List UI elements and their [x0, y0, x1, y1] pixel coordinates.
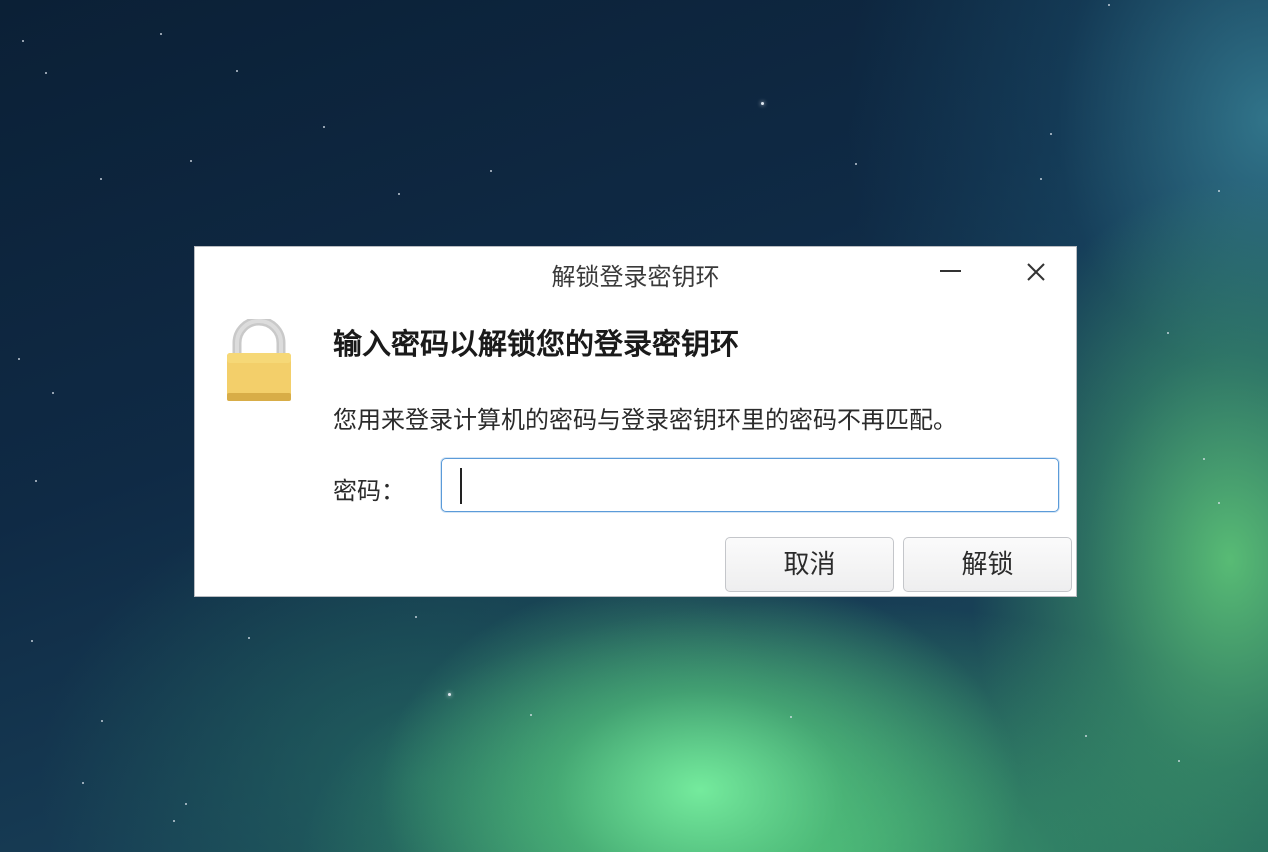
- close-icon: [1018, 255, 1054, 291]
- padlock-icon: [225, 316, 293, 405]
- dialog-titlebar: 解锁登录密钥环: [195, 247, 1076, 299]
- minimize-icon: [933, 255, 969, 291]
- unlock-keyring-dialog: 解锁登录密钥环 输入密码以解锁您的登录密钥环 您用来登录计算机的密码与登录密钥环…: [194, 246, 1077, 597]
- password-label: 密码：: [333, 477, 405, 505]
- dialog-heading: 输入密码以解锁您的登录密钥环: [333, 327, 740, 361]
- dialog-message: 您用来登录计算机的密码与登录密钥环里的密码不再匹配。: [333, 406, 957, 434]
- cancel-button[interactable]: 取消: [725, 537, 894, 592]
- text-caret: [460, 468, 462, 504]
- close-button[interactable]: [1018, 255, 1054, 291]
- unlock-button[interactable]: 解锁: [903, 537, 1072, 592]
- minimize-button[interactable]: [933, 255, 969, 291]
- password-input[interactable]: [441, 458, 1059, 512]
